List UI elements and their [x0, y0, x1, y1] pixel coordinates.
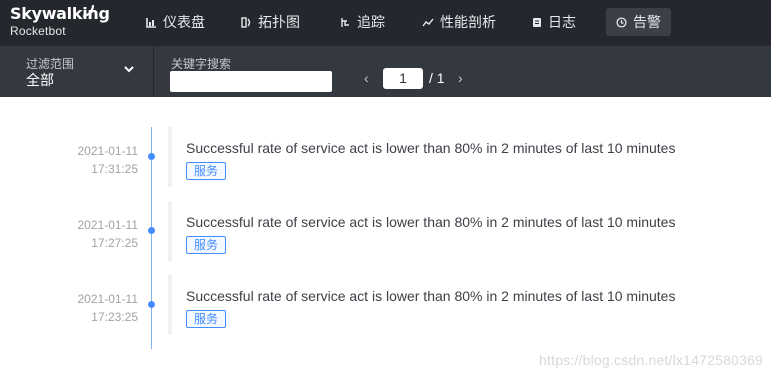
nav-item-alarm[interactable]: 告警 [606, 8, 671, 36]
alarm-item[interactable]: 2021-01-11 17:23:25 Successful rate of s… [0, 275, 771, 335]
chevron-down-icon [124, 66, 134, 73]
nav-label: 性能剖析 [440, 14, 496, 30]
alarm-time: 17:27:25 [91, 236, 138, 250]
alarm-icon [616, 16, 627, 28]
alarm-scope-tag: 服务 [186, 310, 227, 328]
timeline-dot [148, 153, 155, 160]
alarm-date: 2021-01-11 [77, 292, 139, 306]
page-number-input[interactable]: 1 [383, 68, 423, 89]
alarm-date: 2021-01-11 [77, 218, 139, 232]
alarm-card-bar [168, 275, 172, 335]
filter-dropdown[interactable]: 过滤范围 全部 [0, 46, 154, 97]
alarm-card-bar [168, 127, 172, 187]
filter-value: 全部 [26, 72, 54, 88]
nav-item-topology[interactable]: 拓扑图 [231, 8, 310, 36]
nav-label: 日志 [548, 14, 576, 30]
prev-page-icon[interactable]: ‹ [364, 70, 369, 86]
logo-subtitle: Rocketbot [10, 24, 66, 38]
alarm-scope-tag: 服务 [186, 162, 227, 180]
logo-swoosh-icon [82, 4, 95, 18]
nav-item-dashboard[interactable]: 仪表盘 [136, 8, 215, 36]
alarm-date: 2021-01-11 [77, 144, 139, 158]
nav-item-profile[interactable]: 性能剖析 [412, 8, 506, 36]
topology-icon [241, 16, 251, 28]
alarm-message: Successful rate of service act is lower … [186, 140, 676, 156]
toolbar: 过滤范围 全部 关键字搜索 ‹ 1 / 1 › [0, 46, 771, 97]
timeline-dot [148, 301, 155, 308]
alarm-card-bar [168, 201, 172, 261]
timeline-dot [148, 227, 155, 234]
log-icon [533, 17, 541, 27]
nav-item-log[interactable]: 日志 [522, 8, 586, 36]
keyword-search-input[interactable] [170, 71, 332, 92]
nav-label: 告警 [633, 14, 661, 30]
alarm-message: Successful rate of service act is lower … [186, 288, 676, 304]
watermark: https://blog.csdn.net/lx1472580369 [539, 352, 763, 368]
trace-icon [341, 17, 349, 27]
next-page-icon[interactable]: › [458, 70, 463, 86]
search-label: 关键字搜索 [171, 57, 232, 71]
alarm-item[interactable]: 2021-01-11 17:27:25 Successful rate of s… [0, 201, 771, 261]
app-logo[interactable]: Skywalking Rocketbot [10, 4, 110, 38]
dashboard-icon [146, 17, 156, 28]
page-total: / 1 [429, 70, 445, 86]
alarm-message: Successful rate of service act is lower … [186, 214, 676, 230]
nav-item-trace[interactable]: 追踪 [330, 8, 395, 36]
alarm-scope-tag: 服务 [186, 236, 227, 254]
alarm-time: 17:31:25 [91, 162, 138, 176]
alarm-time: 17:23:25 [91, 310, 138, 324]
nav-label: 拓扑图 [258, 14, 300, 30]
nav-label: 追踪 [357, 14, 385, 30]
profile-icon [422, 18, 434, 26]
alarm-item[interactable]: 2021-01-11 17:31:25 Successful rate of s… [0, 127, 771, 187]
nav-label: 仪表盘 [163, 14, 205, 30]
top-navigation-bar: Skywalking Rocketbot 仪表盘 拓扑图 追踪 性能剖析 日志 … [0, 0, 771, 46]
